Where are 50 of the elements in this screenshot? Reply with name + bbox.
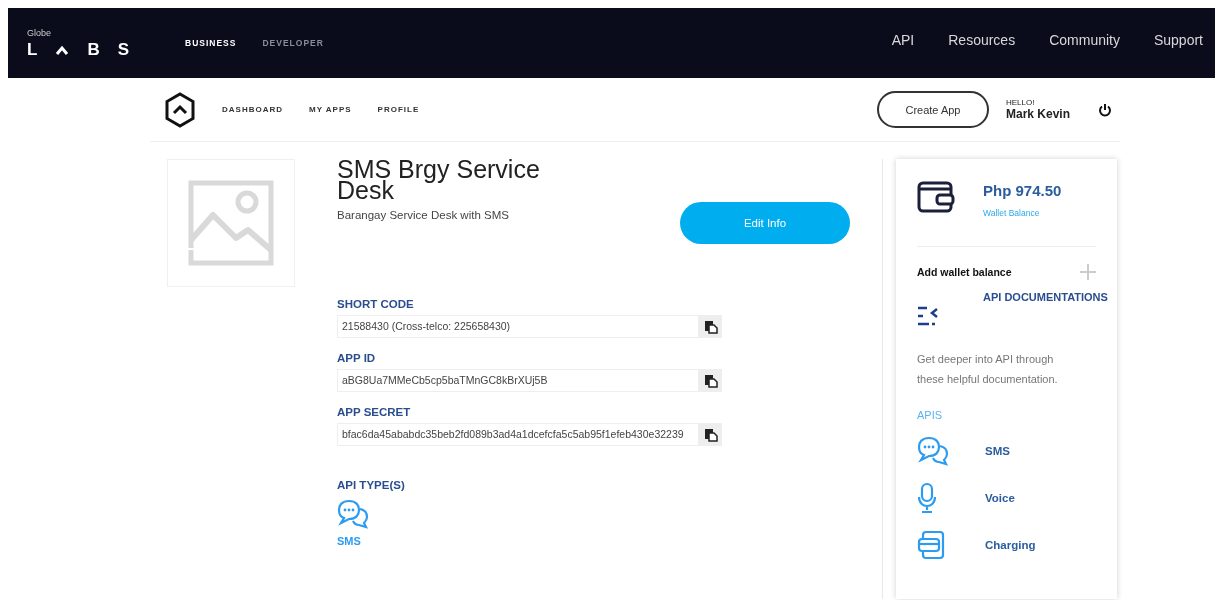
nav-link[interactable]: Community (1049, 32, 1120, 48)
nav-link[interactable]: API (891, 32, 915, 48)
caret-icon (55, 44, 70, 55)
api-menu-item[interactable]: SMS (917, 433, 1117, 468)
nav-tab[interactable]: DEVELOPER (262, 38, 324, 48)
hexagon-logo-icon[interactable] (164, 91, 196, 128)
clipboard-icon (703, 427, 718, 442)
api-type-label: SMS (337, 535, 361, 547)
read-only-field[interactable]: 21588430 (Cross-telco: 225658430) (337, 315, 699, 338)
logo-letter: B (87, 41, 100, 58)
clipboard-icon (703, 319, 718, 334)
chat-bubbles-icon (917, 435, 949, 466)
section-label: APIS (917, 409, 944, 421)
nav-tab[interactable]: BUSINESS (185, 38, 237, 48)
copy-button[interactable] (699, 423, 722, 446)
greeting: HELLO! (1005, 98, 1036, 107)
copy-button[interactable] (699, 315, 722, 338)
brand-name: Globe (27, 28, 53, 38)
section-label: API TYPE(S) (337, 479, 406, 491)
balance-caption: Wallet Balance (983, 208, 1041, 218)
wallet-balance: Php 974.50 (983, 182, 1062, 199)
read-only-field[interactable]: bfac6da45ababdc35beb2fd089b3ad4a1dcefcfa5c5ab95f1efeb430e32239 (337, 423, 699, 446)
logo-letter: S (117, 41, 129, 58)
app-title: SMS Brgy Service Desk (337, 159, 541, 201)
image-icon (188, 180, 274, 266)
clipboard-icon (703, 373, 718, 388)
api-menu-item[interactable]: Voice (917, 480, 1117, 515)
create-app-button[interactable]: Create App (876, 91, 989, 128)
add-balance-label: Add wallet balance (917, 266, 1012, 278)
docs-description: Get deeper into API through these helpful documentation. (917, 352, 1059, 387)
field-label: APP SECRET (337, 406, 412, 418)
power-icon[interactable] (1098, 102, 1112, 117)
api-menu-item[interactable]: Charging (917, 527, 1117, 562)
chat-bubbles-icon (337, 499, 369, 529)
read-only-field[interactable]: aBG8Ua7MMeCb5cp5baTMnGC8kBrXUj5B (337, 369, 699, 392)
section-title: API DOCUMENTATIONS (983, 291, 1109, 303)
field-label: SHORT CODE (337, 298, 415, 310)
nav-link[interactable]: MY APPS (309, 105, 352, 114)
nav-link[interactable]: PROFILE (377, 105, 420, 114)
card-icon (917, 529, 945, 560)
app-description: Barangay Service Desk with SMS (337, 209, 510, 221)
copy-button[interactable] (699, 369, 722, 392)
user-name: Mark Kevin (1005, 107, 1070, 121)
nav-link[interactable]: Resources (948, 32, 1016, 48)
nav-link[interactable]: Support (1153, 32, 1203, 48)
wallet-icon (917, 179, 955, 213)
logo-letter: L (27, 41, 38, 58)
field-label: APP ID (337, 352, 377, 364)
microphone-icon (917, 481, 937, 514)
nav-link[interactable]: DASHBOARD (222, 105, 283, 114)
